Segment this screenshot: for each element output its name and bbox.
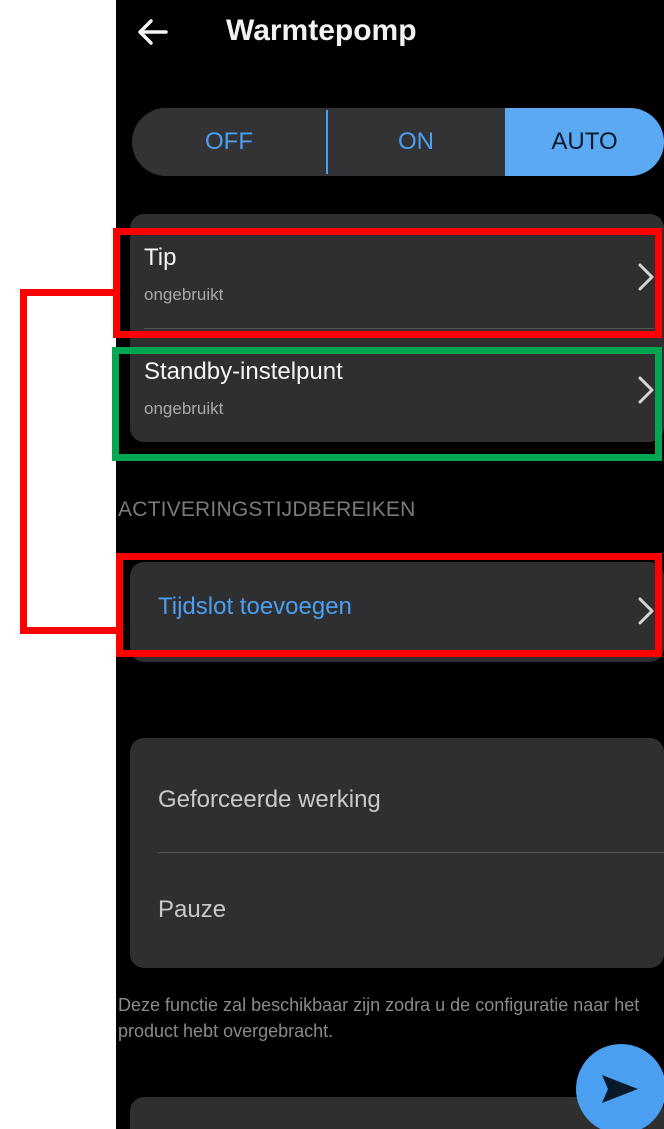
annotation-bracket-bottom [20, 627, 116, 634]
row-divider [158, 852, 664, 853]
mode-auto-button[interactable]: AUTO [505, 108, 664, 176]
annotation-box-green [112, 347, 662, 461]
section-title: ACTIVERINGSTIJDBEREIKEN [118, 498, 416, 521]
mode-segmented-control: OFF ON AUTO [132, 108, 664, 176]
send-button[interactable] [576, 1044, 664, 1129]
actions-card: Geforceerde werking Pauze [130, 738, 664, 968]
send-icon [602, 1075, 638, 1103]
mode-on-button[interactable]: ON [327, 108, 505, 176]
annotation-box-red [116, 553, 662, 657]
annotation-bracket-top [20, 289, 116, 296]
annotation-box-red [113, 228, 662, 338]
arrow-left-icon [138, 19, 168, 45]
app-header: Warmtepomp [116, 0, 664, 70]
annotation-bracket-side [20, 289, 27, 634]
back-button[interactable] [132, 12, 172, 52]
page-title: Warmtepomp [226, 14, 417, 47]
pause-button[interactable]: Pauze [158, 896, 226, 924]
mode-off-button[interactable]: OFF [132, 108, 326, 176]
info-note: Deze functie zal beschikbaar zijn zodra … [118, 995, 640, 1041]
forced-operation-button[interactable]: Geforceerde werking [158, 786, 381, 814]
